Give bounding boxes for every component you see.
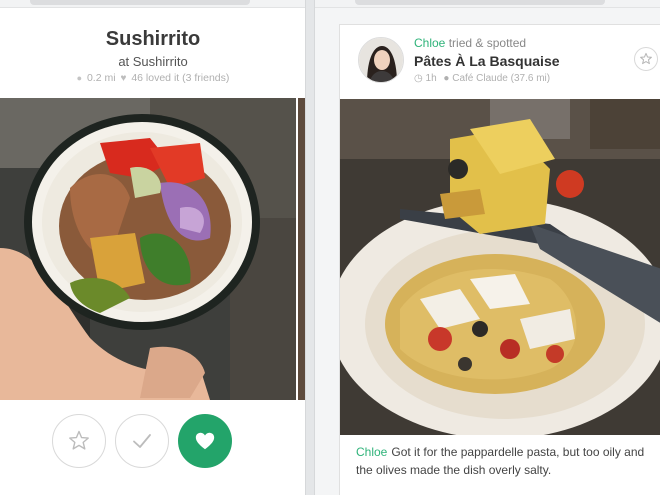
top-bar bbox=[0, 0, 305, 8]
sushirrito-photo bbox=[0, 98, 296, 400]
place-card-screen: Sushirrito at Sushirrito ● 0.2 mi ♥ 46 l… bbox=[0, 0, 306, 495]
place-subtitle: at Sushirrito bbox=[118, 54, 188, 69]
location-text[interactable]: Café Claude (37.6 mi) bbox=[452, 73, 550, 84]
location-pin-icon: ● bbox=[76, 73, 83, 83]
dish-name[interactable]: Pâtes À La Basquaise bbox=[414, 53, 560, 69]
location-pin-icon: ● bbox=[443, 73, 450, 84]
want-to-try-button[interactable] bbox=[52, 414, 106, 468]
feed-card: Chloe tried & spotted Pâtes À La Basquai… bbox=[339, 24, 660, 495]
comment-text: Got it for the pappardelle pasta, but to… bbox=[356, 445, 645, 477]
heart-icon: ♥ bbox=[120, 73, 127, 84]
user-name-link[interactable]: Chloe bbox=[414, 36, 445, 50]
tried-it-button[interactable] bbox=[115, 414, 169, 468]
next-photo-peek bbox=[298, 98, 305, 400]
checkmark-icon bbox=[133, 434, 151, 448]
action-row bbox=[0, 414, 305, 474]
comment-user-link[interactable]: Chloe bbox=[356, 445, 387, 459]
pasta-photo bbox=[340, 99, 660, 435]
card-header: Chloe tried & spotted Pâtes À La Basquai… bbox=[340, 25, 660, 99]
clock-icon: ◷ bbox=[414, 73, 423, 84]
heart-icon bbox=[195, 432, 215, 450]
loved-count-text: 46 loved it (3 friends) bbox=[131, 72, 230, 84]
dish-meta: ◷ 1h ● Café Claude (37.6 mi) bbox=[414, 73, 550, 84]
place-meta: ● 0.2 mi ♥ 46 loved it (3 friends) bbox=[0, 72, 305, 84]
comment: Chloe Got it for the pappardelle pasta, b… bbox=[356, 443, 656, 479]
star-icon bbox=[69, 430, 89, 450]
top-bar bbox=[315, 0, 660, 8]
activity-text: tried & spotted bbox=[448, 36, 527, 50]
dish-photo[interactable] bbox=[340, 99, 660, 435]
avatar-image bbox=[359, 38, 403, 82]
distance-text: 0.2 mi bbox=[86, 72, 116, 84]
activity-line: Chloe tried & spotted bbox=[414, 36, 526, 50]
feed-screen: Chloe tried & spotted Pâtes À La Basquai… bbox=[314, 0, 660, 495]
avatar[interactable] bbox=[358, 37, 404, 83]
bookmark-star-button[interactable] bbox=[634, 47, 658, 71]
place-title: Sushirrito bbox=[105, 28, 201, 50]
search-bar[interactable] bbox=[355, 0, 605, 5]
search-bar[interactable] bbox=[30, 0, 250, 5]
loved-it-button[interactable] bbox=[178, 414, 232, 468]
star-icon bbox=[640, 52, 652, 65]
dish-photo[interactable] bbox=[0, 98, 296, 400]
time-ago: 1h bbox=[425, 73, 437, 84]
